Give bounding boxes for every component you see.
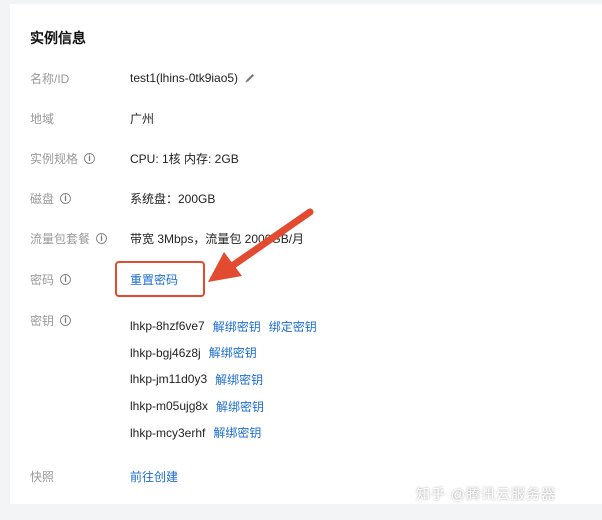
instance-info-card: 实例信息 名称/ID test1(lhins-0tk9iao5) 地域 广州 实… (10, 4, 602, 504)
watermark: 知乎 @腾讯云服务器 (416, 486, 557, 502)
red-arrow-annotation (208, 208, 314, 282)
